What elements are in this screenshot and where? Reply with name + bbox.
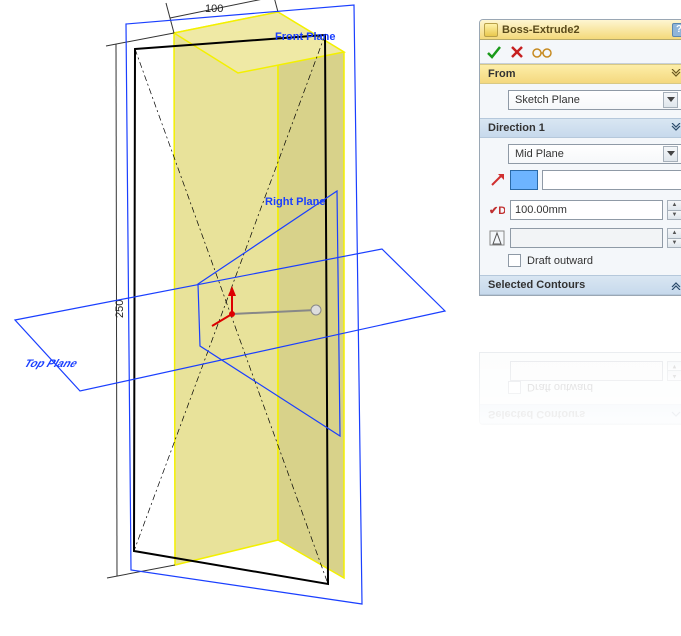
- from-header-label: From: [488, 68, 516, 80]
- top-plane-label: Top Plane: [22, 357, 82, 370]
- draft-icon[interactable]: [488, 229, 506, 247]
- feature-panel: Boss-Extrude2 ? From Sketch Plane: [479, 19, 681, 296]
- reverse-direction-icon[interactable]: [488, 171, 506, 189]
- direction-color-swatch[interactable]: [510, 170, 538, 190]
- from-value: Sketch Plane: [515, 94, 580, 106]
- draft-spinner[interactable]: ▲▼: [667, 228, 681, 248]
- draft-angle-input[interactable]: [510, 228, 663, 248]
- dropdown-arrow-icon: [663, 92, 678, 108]
- depth-icon: ✔D1: [488, 201, 506, 219]
- end-condition-select[interactable]: Mid Plane: [508, 144, 681, 164]
- panel-title: Boss-Extrude2: [502, 24, 672, 36]
- depth-value: 100.00mm: [515, 204, 567, 216]
- end-condition-value: Mid Plane: [515, 148, 564, 160]
- dropdown-arrow-icon: [663, 146, 678, 162]
- depth-spinner[interactable]: ▲▼: [667, 200, 681, 220]
- model-viewport[interactable]: 100 250 Front Plane Right Plane Top Plan…: [0, 0, 460, 633]
- svg-text:✔D1: ✔D1: [489, 205, 505, 217]
- dimension-height-text: 250: [114, 300, 126, 318]
- selected-contours-label: Selected Contours: [488, 279, 585, 291]
- draft-outward-label: Draft outward: [527, 255, 593, 267]
- collapse-icon: [670, 122, 681, 134]
- cancel-button[interactable]: [510, 45, 524, 59]
- panel-reflection: Selected Contours Draft outward ▲▼: [479, 352, 681, 425]
- from-start-condition-select[interactable]: Sketch Plane: [508, 90, 681, 110]
- depth-input[interactable]: 100.00mm: [510, 200, 663, 220]
- front-plane-label: Front Plane: [275, 31, 336, 43]
- ok-button[interactable]: [486, 44, 502, 60]
- expand-icon: [670, 279, 681, 291]
- direction1-section-body: Mid Plane ✔D1 100.00mm ▲▼: [480, 138, 681, 275]
- selected-contours-section-header[interactable]: Selected Contours: [480, 275, 681, 295]
- dimension-width-text: 100: [205, 3, 223, 15]
- direction-vector-field[interactable]: [542, 170, 681, 190]
- direction1-section-header[interactable]: Direction 1: [480, 118, 681, 138]
- feature-icon: [484, 23, 498, 37]
- panel-title-bar: Boss-Extrude2 ?: [480, 20, 681, 40]
- direction1-header-label: Direction 1: [488, 122, 545, 134]
- draft-outward-checkbox[interactable]: [508, 254, 521, 267]
- right-plane-label: Right Plane: [265, 196, 326, 208]
- help-button[interactable]: ?: [672, 23, 681, 37]
- detailed-preview-button[interactable]: [532, 46, 552, 58]
- action-bar: [480, 40, 681, 64]
- collapse-icon: [670, 68, 681, 80]
- from-section-header[interactable]: From: [480, 64, 681, 84]
- from-section-body: Sketch Plane: [480, 84, 681, 118]
